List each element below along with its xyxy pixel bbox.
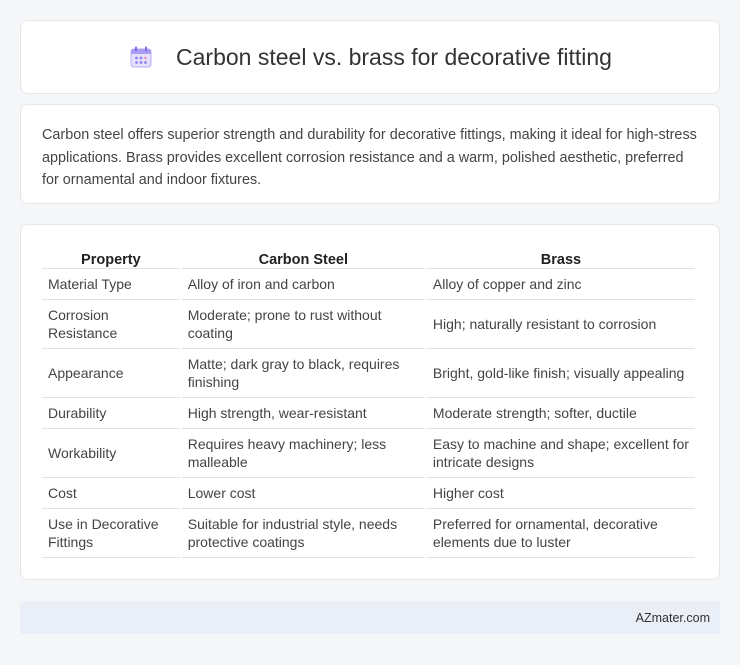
cell-carbon-steel: Moderate; prone to rust without coating <box>181 300 425 349</box>
summary-text: Carbon steel offers superior strength an… <box>42 127 697 188</box>
cell-property: Cost <box>42 478 180 509</box>
summary-card: Carbon steel offers superior strength an… <box>20 104 720 204</box>
table-row: Workability Requires heavy machinery; le… <box>42 429 695 478</box>
table-row: Use in Decorative Fittings Suitable for … <box>42 509 695 558</box>
cell-carbon-steel: High strength, wear-resistant <box>181 398 425 429</box>
cell-property: Corrosion Resistance <box>42 300 180 349</box>
title-card: Carbon steel vs. brass for decorative fi… <box>20 20 720 94</box>
footer-brand: AZmater.com <box>635 610 710 625</box>
cell-carbon-steel: Alloy of iron and carbon <box>181 269 425 300</box>
cell-carbon-steel: Requires heavy machinery; less malleable <box>181 429 425 478</box>
comparison-table: Property Carbon Steel Brass Material Typ… <box>40 245 697 558</box>
cell-carbon-steel: Matte; dark gray to black, requires fini… <box>181 349 425 398</box>
table-row: Cost Lower cost Higher cost <box>42 478 695 509</box>
cell-property: Appearance <box>42 349 180 398</box>
comparison-table-card: Property Carbon Steel Brass Material Typ… <box>20 224 720 580</box>
cell-carbon-steel: Lower cost <box>181 478 425 509</box>
table-row: Appearance Matte; dark gray to black, re… <box>42 349 695 398</box>
table-row: Material Type Alloy of iron and carbon A… <box>42 269 695 300</box>
cell-property: Workability <box>42 429 180 478</box>
cell-brass: Preferred for ornamental, decorative ele… <box>426 509 695 558</box>
calendar-icon <box>128 44 154 70</box>
footer-bar: AZmater.com <box>20 601 720 634</box>
cell-property: Use in Decorative Fittings <box>42 509 180 558</box>
table-header-row: Property Carbon Steel Brass <box>42 245 695 269</box>
table-row: Durability High strength, wear-resistant… <box>42 398 695 429</box>
column-header-carbon-steel: Carbon Steel <box>181 245 425 269</box>
cell-brass: Moderate strength; softer, ductile <box>426 398 695 429</box>
cell-brass: Easy to machine and shape; excellent for… <box>426 429 695 478</box>
cell-property: Durability <box>42 398 180 429</box>
cell-brass: High; naturally resistant to corrosion <box>426 300 695 349</box>
cell-brass: Higher cost <box>426 478 695 509</box>
table-row: Corrosion Resistance Moderate; prone to … <box>42 300 695 349</box>
cell-carbon-steel: Suitable for industrial style, needs pro… <box>181 509 425 558</box>
cell-property: Material Type <box>42 269 180 300</box>
cell-brass: Alloy of copper and zinc <box>426 269 695 300</box>
cell-brass: Bright, gold-like finish; visually appea… <box>426 349 695 398</box>
column-header-property: Property <box>42 245 180 269</box>
column-header-brass: Brass <box>426 245 695 269</box>
page-title: Carbon steel vs. brass for decorative fi… <box>176 43 612 70</box>
